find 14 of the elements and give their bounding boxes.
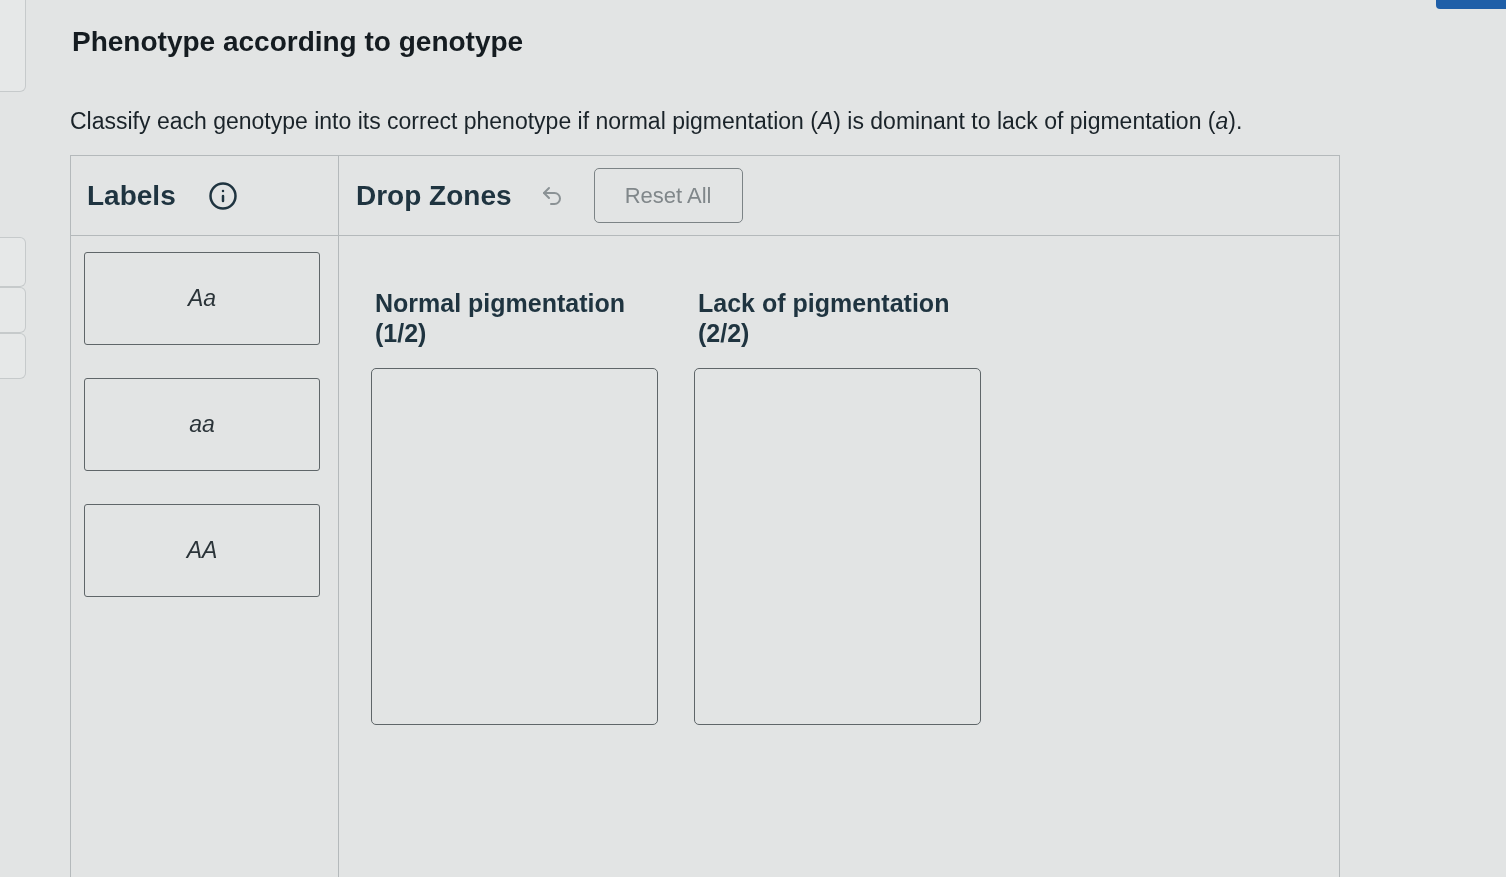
labels-heading: Labels [87, 179, 176, 212]
genotype-card[interactable]: Aa [84, 252, 320, 345]
page-title: Phenotype according to genotype [72, 26, 524, 58]
side-tab-edge [0, 237, 26, 287]
genotype-card[interactable]: AA [84, 504, 320, 597]
zone-heading: Normal pigmentation (1/2) [374, 288, 626, 348]
drop-zones-heading: Drop Zones [356, 179, 512, 212]
info-icon[interactable] [207, 180, 238, 211]
side-tab-edge [0, 333, 26, 379]
instructions-text: Classify each genotype into its correct phenotype if normal pigmentation (A) is dominant to lack of pigmentation (a). [70, 108, 1243, 135]
genotype-card[interactable]: aa [84, 378, 320, 471]
side-tab-edge [0, 287, 26, 333]
zone-heading: Lack of pigmentation (2/2) [697, 288, 951, 348]
corner-tab-edge [1436, 0, 1506, 9]
